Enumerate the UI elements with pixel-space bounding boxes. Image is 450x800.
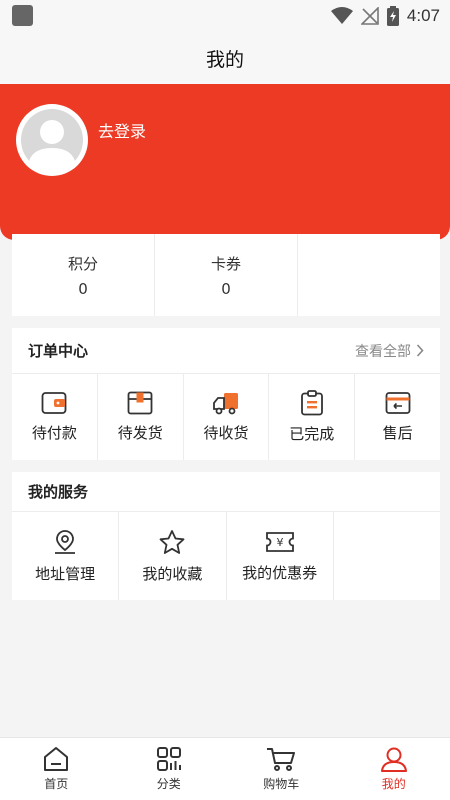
view-all-orders-link[interactable]: 查看全部: [355, 341, 424, 361]
cart-icon: [267, 748, 296, 771]
status-time: 4:07: [406, 6, 440, 25]
my-services: 我的服务 地址管理 我的收藏 ¥ 我的优惠券: [12, 472, 440, 600]
star-icon: [159, 529, 185, 554]
no-signal-icon: [360, 7, 379, 25]
page-title: 我的: [205, 48, 244, 71]
order-pending-receipt[interactable]: 待收货: [184, 374, 270, 460]
tab-label: 我的: [381, 777, 406, 791]
tab-home[interactable]: 首页: [0, 738, 113, 800]
stat-value: 0: [78, 279, 88, 298]
section-title: 订单中心: [28, 342, 89, 360]
address-management[interactable]: 地址管理: [12, 512, 120, 600]
status-icons: 4:07: [330, 4, 440, 28]
default-avatar-icon: [18, 106, 86, 174]
my-favorites[interactable]: 我的收藏: [119, 512, 227, 600]
empty-service-slot: [334, 512, 440, 600]
service-label: 地址管理: [35, 564, 96, 583]
wifi-icon: [330, 7, 353, 24]
location-pin-icon: [55, 529, 76, 554]
tab-label: 首页: [44, 777, 69, 791]
stat-label: 积分: [67, 254, 98, 273]
empty-stat: [298, 234, 440, 316]
user-icon: [380, 747, 407, 772]
notification-icon: [12, 5, 33, 26]
stat-label: 卡券: [210, 254, 241, 273]
order-status-label: 待收货: [203, 424, 249, 442]
services-grid: 地址管理 我的收藏 ¥ 我的优惠券: [12, 512, 440, 600]
coupon-icon: ¥: [265, 531, 294, 552]
profile-header: 去登录: [0, 84, 450, 240]
tab-category[interactable]: 分类: [113, 738, 226, 800]
order-status-label: 待发货: [117, 424, 163, 442]
order-completed[interactable]: 已完成: [269, 374, 356, 460]
coupon-stat[interactable]: 卡券 0: [155, 234, 298, 316]
order-status-label: 已完成: [289, 425, 335, 443]
nav-bar: 我的: [0, 32, 450, 84]
tab-label: 购物车: [263, 777, 300, 791]
tab-mine[interactable]: 我的: [338, 738, 450, 800]
truck-icon: [213, 393, 238, 415]
section-title: 我的服务: [28, 483, 89, 501]
order-pending-shipment[interactable]: 待发货: [98, 374, 184, 460]
clipboard-icon: [300, 390, 323, 416]
my-coupons[interactable]: ¥ 我的优惠券: [227, 512, 334, 600]
service-label: 我的收藏: [142, 564, 203, 583]
tab-label: 分类: [156, 777, 181, 791]
chevron-right-icon: [416, 344, 424, 357]
view-all-label: 查看全部: [355, 343, 411, 360]
card-return-icon: [385, 392, 410, 414]
stat-value: 0: [221, 279, 231, 298]
svg-text:¥: ¥: [276, 536, 283, 549]
services-header: 我的服务: [12, 472, 440, 512]
order-center: 订单中心 查看全部 待付款 待发货 待收货 已完成 售后: [12, 328, 440, 460]
order-after-sales[interactable]: 售后: [355, 374, 440, 460]
login-link[interactable]: 去登录: [98, 118, 146, 142]
avatar[interactable]: [16, 104, 88, 176]
category-icon: [156, 747, 181, 771]
order-center-header: 订单中心 查看全部: [12, 328, 440, 374]
wallet-icon: [41, 392, 67, 414]
status-bar: 4:07: [0, 0, 450, 32]
order-status-grid: 待付款 待发货 待收货 已完成 售后: [12, 374, 440, 460]
bottom-tab-bar: 首页 分类 购物车 我的: [0, 737, 450, 800]
service-label: 我的优惠券: [242, 563, 318, 582]
battery-charging-icon: [386, 6, 399, 26]
order-pending-payment[interactable]: 待付款: [12, 374, 98, 460]
stats-card: 积分 0 卡券 0: [12, 234, 440, 316]
tab-cart[interactable]: 购物车: [225, 738, 338, 800]
package-icon: [127, 391, 153, 415]
home-icon: [44, 747, 69, 771]
order-status-label: 待付款: [31, 424, 77, 442]
order-status-label: 售后: [382, 424, 413, 442]
points-stat[interactable]: 积分 0: [12, 234, 155, 316]
